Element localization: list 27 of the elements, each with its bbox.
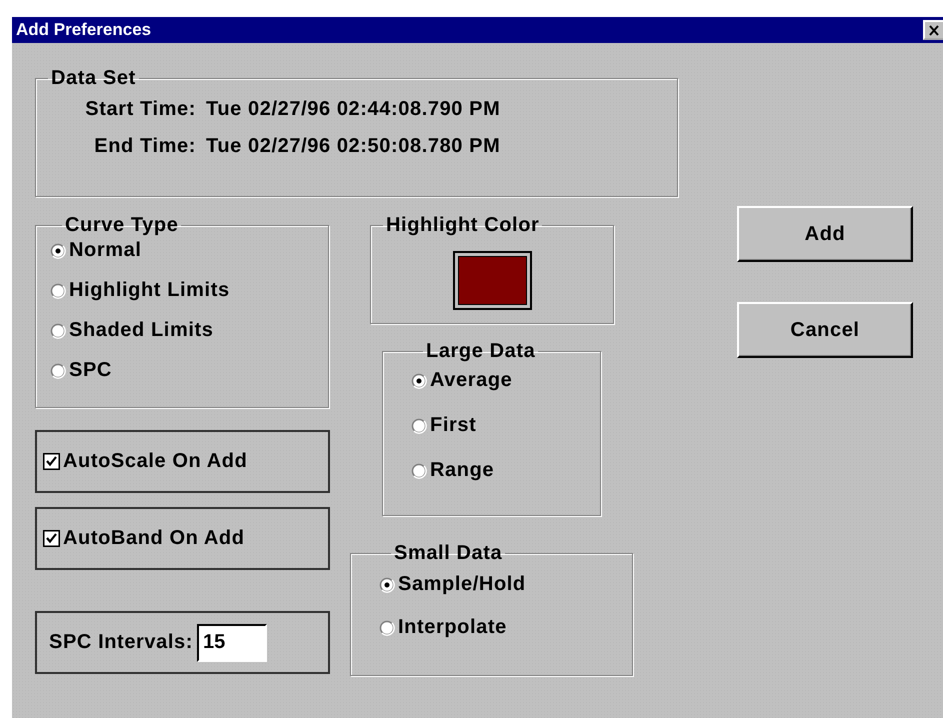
radio-option[interactable]: Range <box>411 459 600 482</box>
close-button[interactable] <box>923 20 943 40</box>
field-label: End Time: <box>93 135 197 158</box>
group-title: Small Data <box>393 542 504 565</box>
field-value: Tue 02/27/96 02:44:08.790 PM <box>206 98 502 121</box>
radio-option[interactable]: SPC <box>50 359 328 382</box>
checkbox-option[interactable]: AutoBand On Add <box>43 527 245 550</box>
group-title: Large Data <box>425 340 536 363</box>
field-label: SPC Intervals: <box>49 631 194 654</box>
field-value: Tue 02/27/96 02:50:08.780 PM <box>206 135 502 158</box>
radio-option[interactable]: Normal <box>50 239 328 262</box>
checkbox-option[interactable]: AutoScale On Add <box>43 450 248 473</box>
radio-option[interactable]: First <box>411 414 600 437</box>
radio-option[interactable]: Sample/Hold <box>379 573 632 596</box>
field-label: Start Time: <box>84 98 197 121</box>
dialog-button[interactable]: Add <box>737 206 913 262</box>
group-title: Curve Type <box>64 214 180 237</box>
group-title: Highlight Color <box>385 214 540 237</box>
radio-option[interactable]: Average <box>411 369 600 392</box>
close-icon <box>928 24 940 36</box>
dialog-button[interactable]: Cancel <box>737 302 913 358</box>
group-title: Data Set <box>50 67 137 90</box>
radio-option[interactable]: Highlight Limits <box>50 279 328 302</box>
input-field[interactable]: 15 <box>197 624 268 662</box>
radio-option[interactable]: Interpolate <box>379 616 632 639</box>
window-title: Add Preferences <box>16 20 152 40</box>
radio-option[interactable]: Shaded Limits <box>50 319 328 342</box>
